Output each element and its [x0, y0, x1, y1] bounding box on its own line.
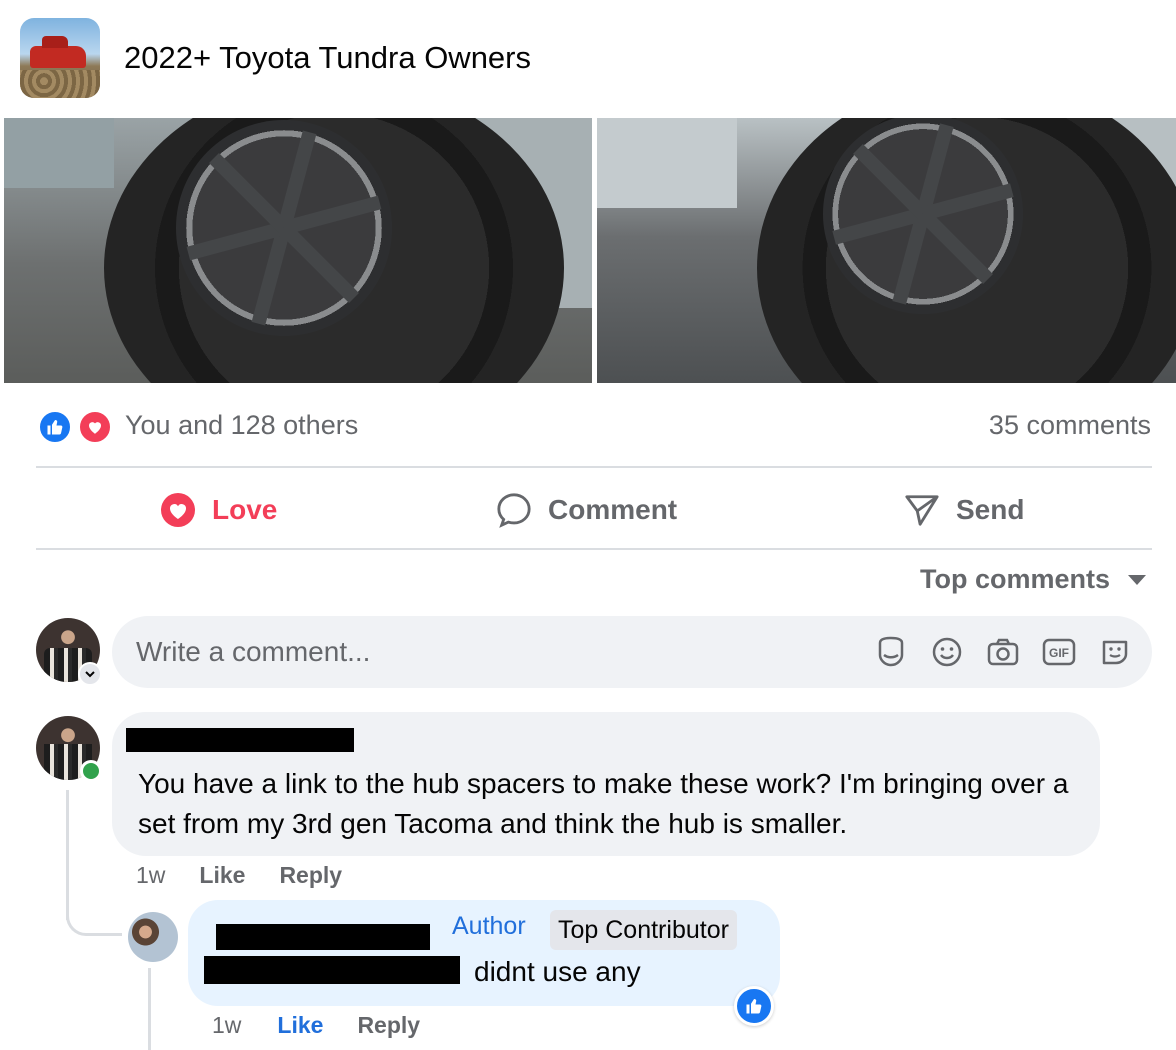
chevron-down-icon[interactable] — [78, 662, 102, 686]
wheel-spoke — [918, 209, 994, 285]
reply-bubble: Author Top Contributor didnt use any — [188, 900, 780, 1006]
like-icon — [38, 410, 72, 444]
body-panel — [597, 118, 737, 208]
love-button[interactable]: Love — [160, 492, 277, 528]
divider — [36, 548, 1152, 550]
wheel-spoke — [279, 223, 360, 304]
svg-text:GIF: GIF — [1049, 646, 1069, 660]
author-badge: Author — [452, 912, 526, 940]
wheel-rim — [823, 118, 1023, 314]
post-actions: Love Comment Send — [36, 470, 1152, 548]
author-avatar[interactable] — [128, 912, 178, 962]
thread-connector — [66, 890, 122, 936]
post-photo[interactable] — [4, 118, 592, 383]
online-status-dot — [80, 760, 102, 782]
reply-meta: 1w Like Reply — [212, 1012, 420, 1039]
comments-count[interactable]: 35 comments — [989, 410, 1151, 441]
comment-bubble: You have a link to the hub spacers to ma… — [112, 712, 1100, 856]
emoji-icon[interactable] — [930, 635, 964, 669]
comment-icon — [496, 492, 532, 528]
comment-time[interactable]: 1w — [136, 862, 165, 889]
love-icon — [78, 410, 112, 444]
tire — [104, 118, 564, 383]
like-reaction-badge[interactable] — [734, 986, 774, 1026]
tire — [757, 118, 1176, 383]
sort-label: Top comments — [919, 564, 1110, 594]
divider — [36, 466, 1152, 468]
love-label: Love — [212, 494, 278, 525]
gif-icon[interactable]: GIF — [1042, 635, 1076, 669]
truck-image — [30, 36, 86, 68]
comment-text: You have a link to the hub spacers to ma… — [138, 768, 1069, 839]
reply-button[interactable]: Reply — [357, 1012, 420, 1039]
comment-button[interactable]: Comment — [496, 492, 677, 528]
like-button[interactable]: Like — [277, 1012, 323, 1039]
love-icon — [160, 492, 196, 528]
camera-icon[interactable] — [986, 635, 1020, 669]
redacted-text — [204, 956, 460, 984]
comment-meta: 1w Like Reply — [136, 862, 342, 889]
sticker-icon[interactable] — [1098, 635, 1132, 669]
sort-dropdown[interactable]: Top comments — [920, 564, 1146, 595]
comment-input[interactable] — [136, 616, 836, 688]
body-panel — [4, 118, 114, 188]
send-icon — [904, 492, 940, 528]
send-label: Send — [956, 494, 1025, 525]
like-icon — [746, 999, 762, 1014]
send-button[interactable]: Send — [904, 492, 1024, 528]
avatar-sticker-icon[interactable] — [874, 635, 908, 669]
comment-label: Comment — [548, 494, 678, 525]
group-avatar[interactable] — [20, 18, 100, 98]
top-contributor-badge: Top Contributor — [550, 910, 737, 950]
chevron-down-icon — [1128, 574, 1146, 585]
comment-composer[interactable]: GIF — [112, 616, 1152, 688]
reply-text: didnt use any — [474, 956, 641, 987]
reaction-summary[interactable]: You and 128 others — [125, 410, 358, 441]
wheel-rim — [176, 120, 392, 336]
like-button[interactable]: Like — [199, 862, 245, 889]
group-title[interactable]: 2022+ Toyota Tundra Owners — [124, 40, 531, 76]
redacted-name[interactable] — [216, 924, 430, 950]
thread-line — [148, 968, 151, 1050]
wheel-spoke — [208, 152, 289, 233]
reply-button[interactable]: Reply — [279, 862, 342, 889]
redacted-name[interactable] — [126, 728, 354, 752]
post-photo[interactable] — [597, 118, 1176, 383]
reply-time[interactable]: 1w — [212, 1012, 241, 1039]
group-header: 2022+ Toyota Tundra Owners — [0, 0, 1176, 118]
post-photos — [0, 118, 1176, 383]
rocks-image — [20, 70, 100, 98]
